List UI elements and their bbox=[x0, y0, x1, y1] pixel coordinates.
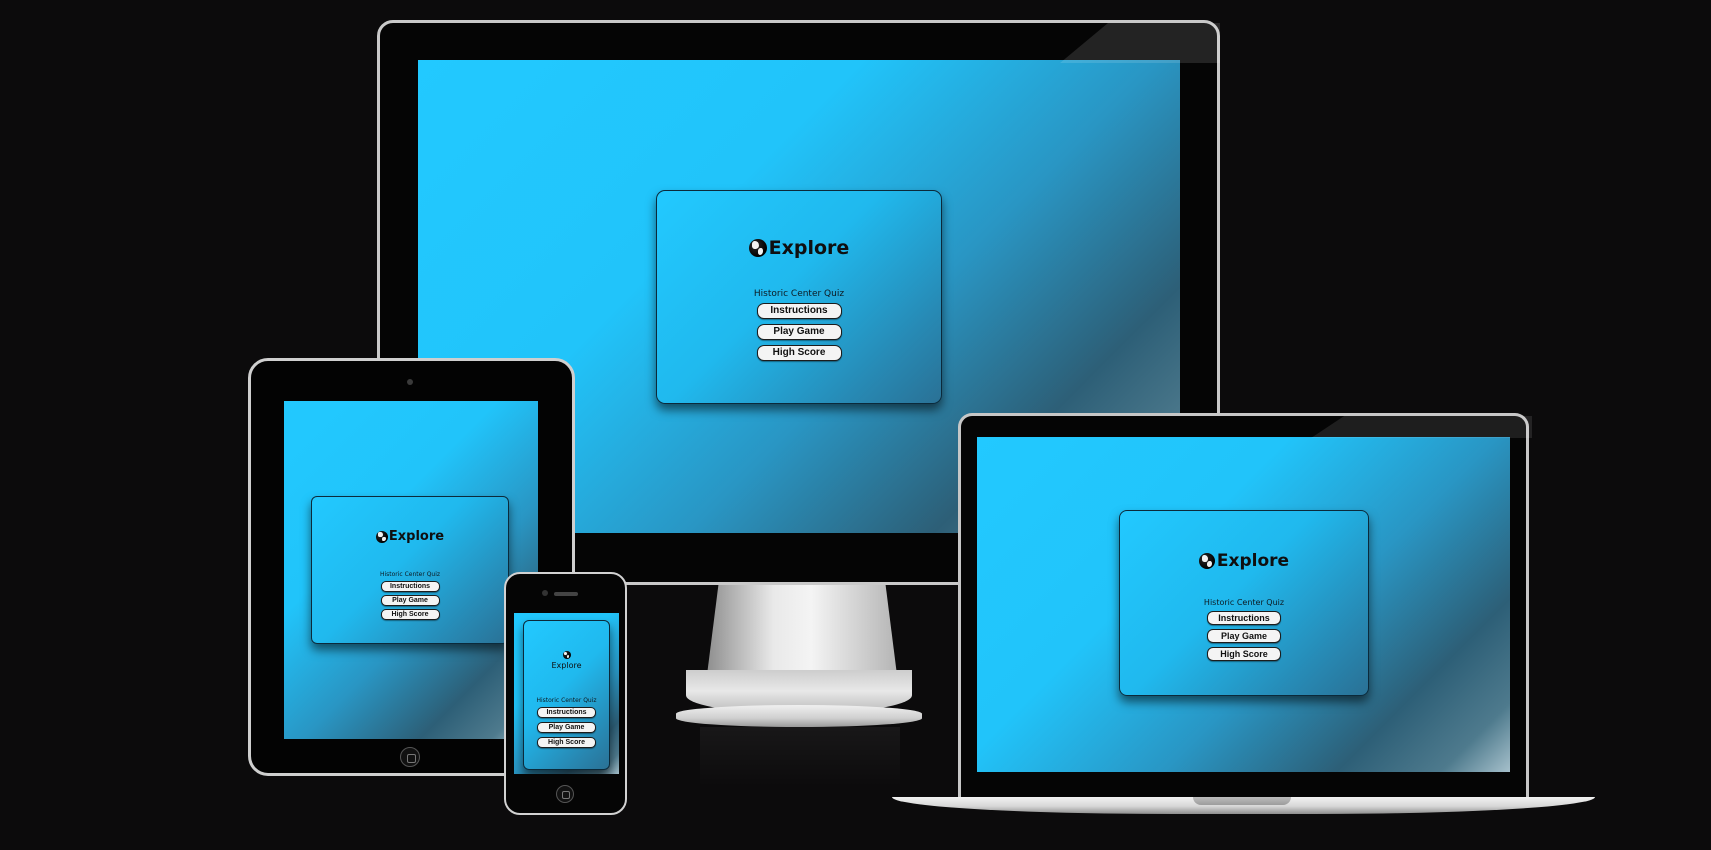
laptop-notch bbox=[1193, 797, 1291, 805]
instructions-button[interactable]: Instructions bbox=[1207, 611, 1281, 625]
quiz-card: Explore Historic Center Quiz Instruction… bbox=[523, 620, 610, 770]
tablet-home-button bbox=[400, 747, 420, 767]
quiz-card: Explore Historic Center Quiz Instruction… bbox=[311, 496, 509, 644]
globe-icon bbox=[375, 530, 388, 543]
logo-text: Explore bbox=[768, 237, 850, 259]
phone-device: Explore Historic Center Quiz Instruction… bbox=[504, 572, 627, 815]
phone-home-button bbox=[556, 785, 574, 803]
logo: Explore bbox=[375, 529, 445, 544]
phone-screen: Explore Historic Center Quiz Instruction… bbox=[514, 613, 619, 774]
quiz-subtitle: Historic Center Quiz bbox=[379, 571, 441, 578]
quiz-subtitle: Historic Center Quiz bbox=[1203, 598, 1285, 607]
play-game-button[interactable]: Play Game bbox=[1207, 629, 1281, 643]
logo: Explore bbox=[551, 651, 582, 670]
instructions-button[interactable]: Instructions bbox=[537, 707, 596, 718]
high-score-button[interactable]: High Score bbox=[380, 609, 440, 620]
globe-icon bbox=[748, 239, 767, 257]
instructions-button[interactable]: Instructions bbox=[756, 303, 842, 319]
globe-icon bbox=[562, 651, 571, 659]
laptop-glare bbox=[1311, 416, 1532, 438]
quiz-subtitle: Historic Center Quiz bbox=[536, 697, 597, 704]
logo-text: Explore bbox=[1216, 551, 1290, 571]
monitor-glare bbox=[1060, 23, 1220, 63]
monitor-stand-neck bbox=[707, 585, 897, 675]
play-game-button[interactable]: Play Game bbox=[380, 595, 440, 606]
tablet-camera bbox=[407, 379, 413, 385]
quiz-subtitle: Historic Center Quiz bbox=[753, 289, 845, 299]
tablet-screen: Explore Historic Center Quiz Instruction… bbox=[284, 401, 538, 739]
laptop-device: Explore Historic Center Quiz Instruction… bbox=[958, 413, 1532, 797]
logo: Explore bbox=[748, 237, 850, 259]
play-game-button[interactable]: Play Game bbox=[756, 324, 842, 340]
phone-camera bbox=[542, 590, 548, 596]
globe-icon bbox=[1198, 553, 1215, 569]
logo-text: Explore bbox=[388, 529, 445, 544]
quiz-card: Explore Historic Center Quiz Instruction… bbox=[656, 190, 942, 404]
logo-text: Explore bbox=[551, 661, 582, 670]
quiz-card: Explore Historic Center Quiz Instruction… bbox=[1119, 510, 1369, 696]
logo: Explore bbox=[1198, 551, 1290, 571]
play-game-button[interactable]: Play Game bbox=[537, 722, 596, 733]
high-score-button[interactable]: High Score bbox=[756, 345, 842, 361]
phone-speaker bbox=[554, 592, 578, 596]
monitor-stand-base bbox=[676, 705, 922, 727]
device-mockup-stage: Explore Historic Center Quiz Instruction… bbox=[0, 0, 1711, 850]
high-score-button[interactable]: High Score bbox=[537, 737, 596, 748]
monitor-reflection bbox=[700, 727, 900, 787]
laptop-screen: Explore Historic Center Quiz Instruction… bbox=[977, 437, 1510, 772]
instructions-button[interactable]: Instructions bbox=[380, 581, 440, 592]
high-score-button[interactable]: High Score bbox=[1207, 647, 1281, 661]
